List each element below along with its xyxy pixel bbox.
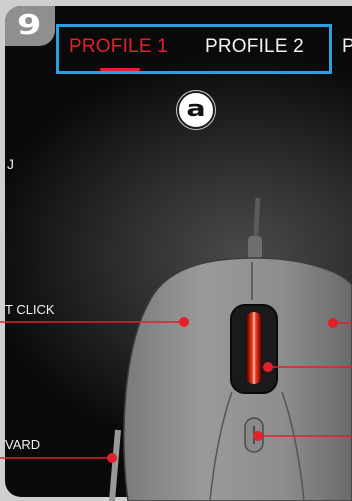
left-edge-glyph: J: [7, 156, 14, 172]
step-number: 9: [17, 8, 42, 41]
forward-label: VARD: [5, 437, 41, 452]
right-click-dot: [328, 318, 338, 328]
tab-profile-3[interactable]: P: [342, 36, 352, 58]
forward-dot: [107, 453, 117, 463]
tab-highlight-box: [56, 24, 332, 74]
callout-marker: a: [177, 91, 215, 129]
wheel-dot: [263, 362, 273, 372]
left-side-edge: [109, 429, 121, 501]
left-click-label: T CLICK: [5, 302, 55, 317]
dpi-dot: [253, 431, 263, 441]
callout-letter: a: [186, 97, 206, 122]
left-click-dot: [179, 317, 189, 327]
scroll-wheel: [246, 312, 262, 384]
step-number-badge: 9: [5, 6, 55, 46]
mouse-illustration: [0, 197, 352, 501]
